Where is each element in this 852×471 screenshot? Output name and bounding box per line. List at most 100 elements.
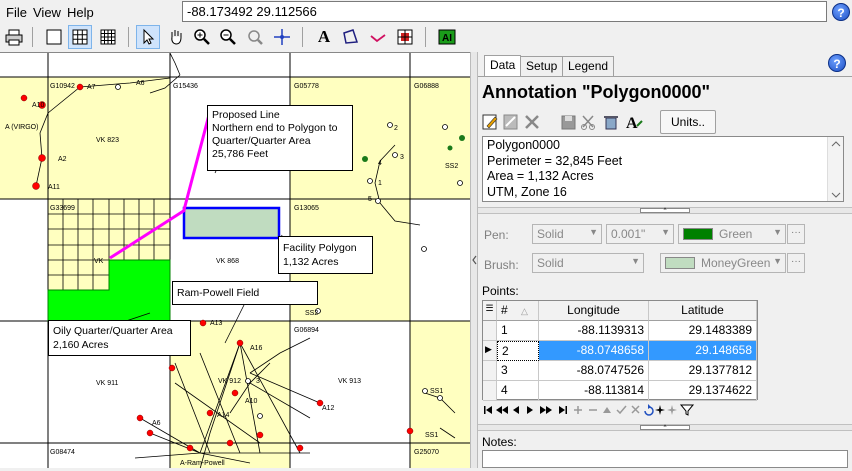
callout-oily-area[interactable]: Oily Quarter/Quarter Area 2,160 Acres [48,320,191,356]
well-label: A10 [32,102,45,109]
panel-help-icon[interactable]: ? [828,54,846,72]
table-row[interactable]: 3 -88.0747526 29.1377812 [483,361,757,381]
well-label: 1 [378,180,382,187]
well-label: A2 [58,156,67,163]
callout-ram-powell[interactable]: Ram-Powell Field [172,281,318,305]
refresh-icon[interactable] [644,404,654,416]
info-scrollbar[interactable] [827,137,843,201]
tab-setup[interactable]: Setup [520,56,564,76]
row-pointer-icon: ▶ [483,341,497,361]
well-label: SS1 [430,388,443,395]
svg-text:A: A [626,115,638,132]
insert-record-icon[interactable] [574,406,582,414]
brush-more-button[interactable]: ··· [787,253,805,273]
goto-bookmark-icon[interactable] [667,405,677,415]
coordinate-readout[interactable]: -88.173492 29.112566 [182,1,827,22]
cut-icon[interactable] [581,115,595,130]
next-page-icon[interactable] [540,406,552,414]
callout-proposed-line[interactable]: Proposed Line Northern end to Polygon to… [207,105,353,171]
area-label: VK 911 [96,380,119,387]
prev-record-icon[interactable] [513,406,519,414]
polygon-tool-icon[interactable] [338,25,362,49]
pen-more-button[interactable]: ··· [787,224,805,244]
col-header-longitude[interactable]: Longitude [539,301,649,321]
points-grid[interactable]: ☰ # △ Longitude Latitude 1 -88.1139313 2… [482,300,758,401]
menu-file[interactable]: File [6,5,27,20]
grid-corner-icon[interactable]: ☰ [483,301,497,321]
well-label: A16 [250,345,263,352]
save-icon[interactable] [561,115,576,130]
area-label: VK 913 [338,378,361,385]
next-record-icon[interactable] [527,406,533,414]
pen-style-select[interactable]: Solid ▼ [532,224,602,244]
annotation-title: Annotation "Polygon0000" [482,82,711,102]
notes-splitter[interactable]: ^ [478,424,852,431]
pen-color-swatch [683,228,713,240]
well-label: A7 [87,84,96,91]
col-header-latitude[interactable]: Latitude [649,301,757,321]
grid-fine-icon[interactable] [96,25,120,49]
tab-data[interactable]: Data [484,55,522,77]
menu-help[interactable]: Help [67,5,94,20]
zoom-out-icon[interactable] [216,25,240,49]
last-record-icon[interactable] [559,406,567,414]
area-label: VK 823 [96,137,119,144]
select-annotation-icon[interactable] [503,114,518,130]
panel-splitter[interactable] [470,52,478,468]
well-label: A10 [245,398,258,405]
prev-page-icon[interactable] [496,406,508,414]
table-row[interactable]: 1 -88.1139313 29.1483389 [483,321,757,341]
cancel-record-icon[interactable] [631,405,640,414]
ai-icon[interactable]: AI [435,25,459,49]
pen-color-select[interactable]: Green ▼ [678,224,786,244]
polyline-tool-icon[interactable] [366,25,390,49]
block-label: G08474 [50,449,75,456]
pen-width-select[interactable]: 0.001" ▼ [606,224,674,244]
table-row-selected[interactable]: ▶ 2 -88.0748658 29.148658 [483,341,757,361]
select-pointer-icon[interactable] [136,25,160,49]
grid-medium-icon[interactable] [68,25,92,49]
well-label: 5 [368,196,372,203]
bookmark-icon[interactable] [655,405,665,415]
menu-view[interactable]: View [33,5,61,20]
brush-style-select[interactable]: Solid ▼ [532,253,644,273]
brush-color-swatch [665,257,695,269]
zoom-extent-icon[interactable] [243,25,267,49]
crosshair-icon[interactable] [270,25,294,49]
symbol-tool-icon[interactable] [393,25,417,49]
notes-label: Notes: [482,435,517,449]
block-label: G06894 [294,327,319,334]
delete-icon[interactable] [525,115,539,129]
text-tool-icon[interactable]: A [312,25,336,49]
area-label: VK [94,258,104,265]
block-label: G15436 [173,83,198,90]
annotation-info[interactable]: Polygon0000 Perimeter = 32,845 Feet Area… [482,136,844,202]
points-label: Points: [482,284,519,298]
tab-legend[interactable]: Legend [562,56,615,76]
table-row[interactable]: 4 -88.113814 29.1374622 [483,381,757,401]
help-icon[interactable]: ? [832,3,850,21]
font-icon[interactable]: A [626,115,643,132]
area-label: VK 868 [216,258,239,265]
pan-hand-icon[interactable] [164,25,188,49]
post-record-icon[interactable] [616,405,627,415]
col-header-number[interactable]: # △ [497,301,539,321]
well-label: A14 [217,412,230,419]
grid-navigator [482,402,714,418]
filter-icon[interactable] [679,404,695,416]
zoom-in-icon[interactable] [190,25,214,49]
edit-icon[interactable] [482,114,498,130]
first-record-icon[interactable] [484,406,492,414]
brush-color-select[interactable]: MoneyGreen ▼ [660,253,786,273]
well-label: A12 [322,405,335,412]
edit-record-icon[interactable] [603,407,611,413]
map-canvas[interactable]: G10942 G15436 G05778 G06888 G33699 G1306… [0,52,470,468]
units-button[interactable]: Units.. [660,110,716,134]
print-icon[interactable] [2,25,26,49]
callout-facility-polygon[interactable]: Facility Polygon 1,132 Acres [278,236,373,274]
info-splitter[interactable]: ^ [478,207,852,214]
trash-icon[interactable] [604,116,618,130]
pen-label: Pen: [484,228,509,242]
notes-textarea[interactable] [482,450,848,468]
single-frame-icon[interactable] [42,25,66,49]
